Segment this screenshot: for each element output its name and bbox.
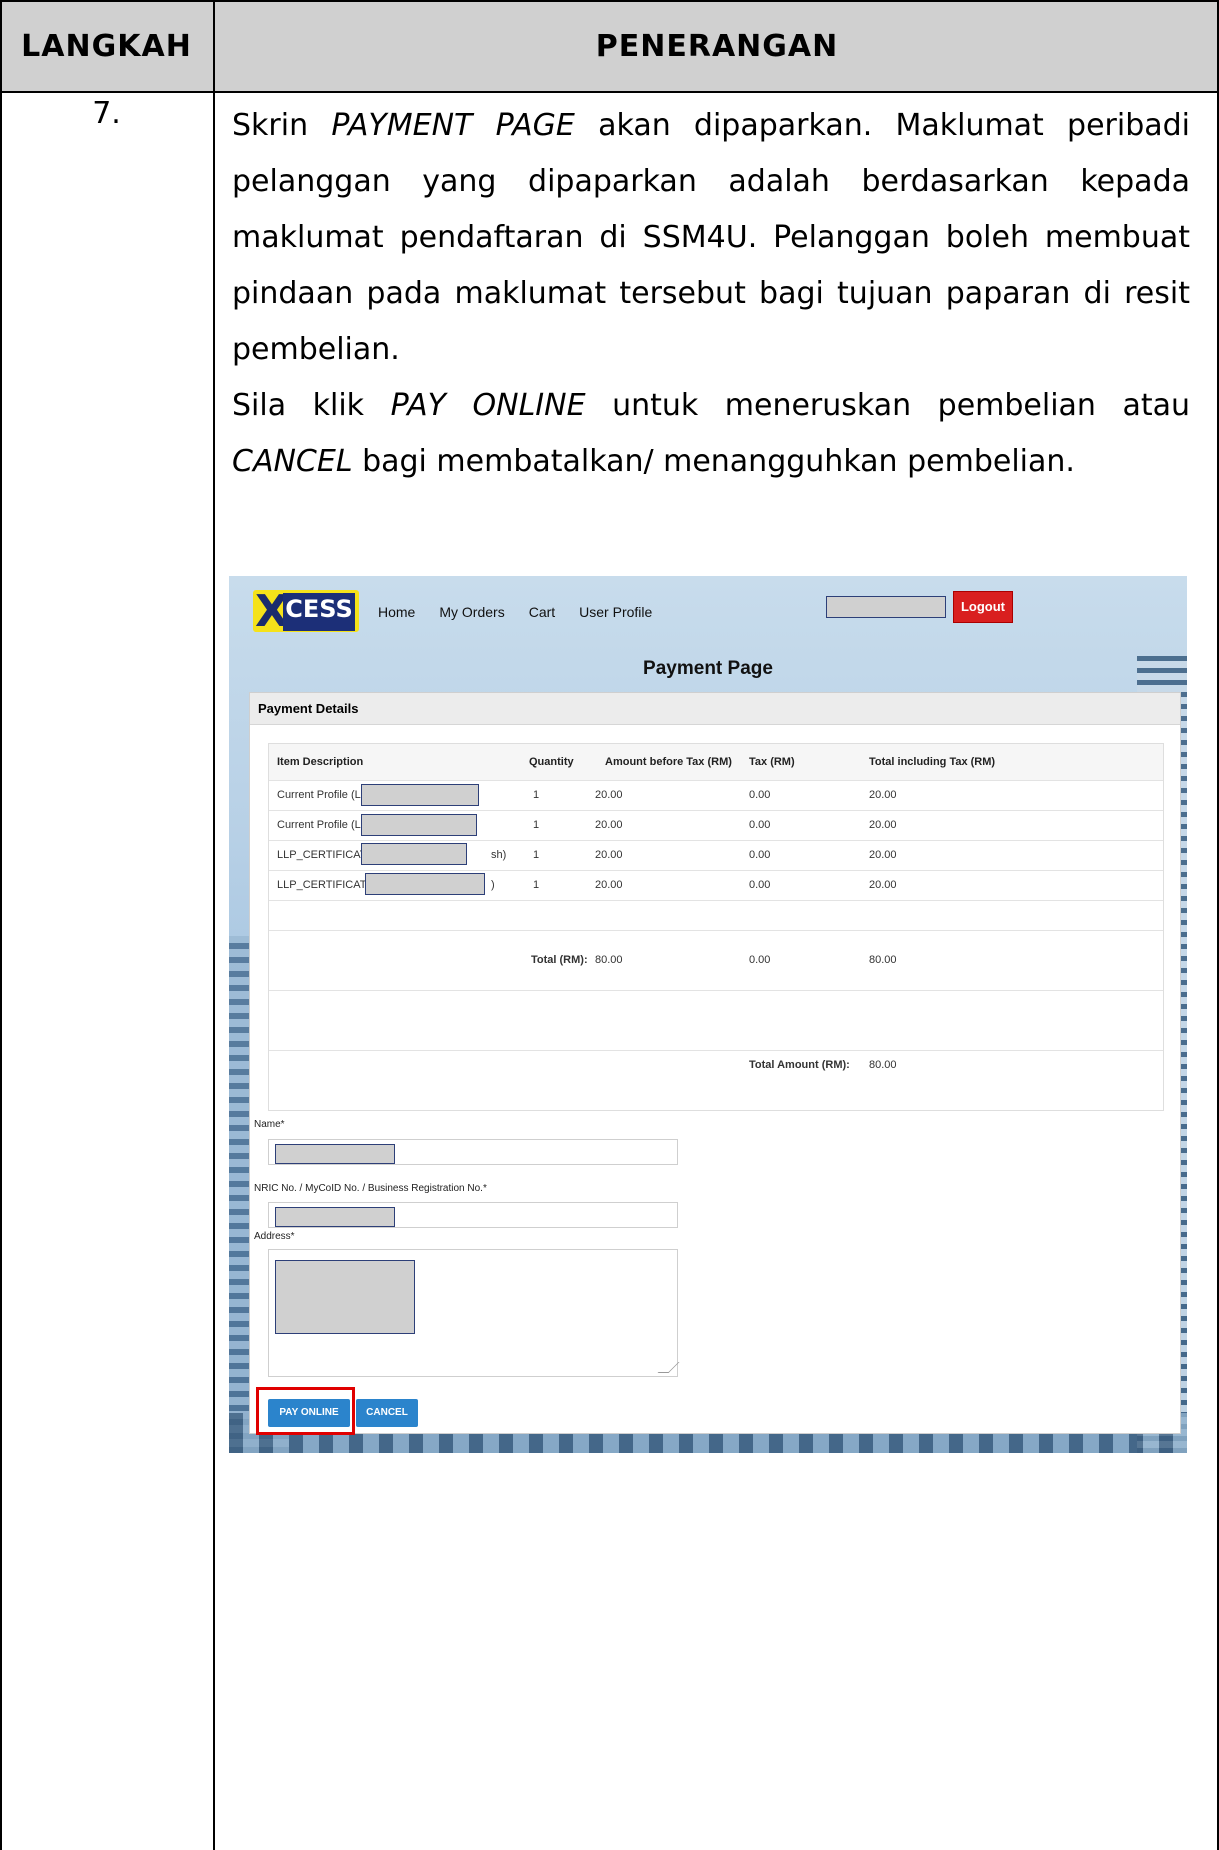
item-quantity: 1 — [533, 849, 540, 861]
cancel-button[interactable]: CANCEL — [356, 1399, 418, 1427]
total-amount: 80.00 — [595, 954, 623, 966]
table-row: LLP_CERTIFICATE ) 1 20.00 0.00 20.00 — [269, 870, 1163, 901]
panel-title: Payment Details — [250, 693, 1180, 725]
payment-details-panel: Payment Details Item Description Quantit… — [249, 692, 1181, 1435]
item-quantity: 1 — [533, 789, 540, 801]
item-description-suffix: ) — [491, 879, 495, 891]
col-amount-before-tax: Amount before Tax (RM) — [605, 756, 732, 768]
table-row-empty — [269, 990, 1163, 1051]
nav-links: Home My Orders Cart User Profile — [378, 604, 652, 620]
table-border-top — [0, 0, 1219, 2]
page-title: Payment Page — [643, 658, 773, 679]
table-header-row: Item Description Quantity Amount before … — [269, 744, 1163, 781]
logo-wordmark: CESS — [283, 593, 355, 625]
grand-total-value: 80.00 — [869, 1059, 897, 1071]
item-tax: 0.00 — [749, 879, 771, 891]
header-penerangan: PENERANGAN — [595, 28, 839, 64]
xcess-logo[interactable]: X CESS — [253, 590, 359, 632]
column-divider — [213, 0, 215, 1850]
redacted-item-name — [361, 814, 477, 836]
item-tax: 0.00 — [749, 789, 771, 801]
nav-my-orders[interactable]: My Orders — [439, 604, 504, 620]
table-row-empty — [269, 900, 1163, 931]
table-row: LLP_CERTIFICAT sh) 1 20.00 0.00 20.00 — [269, 840, 1163, 871]
nav-user-profile[interactable]: User Profile — [579, 604, 652, 620]
table-border-left — [0, 0, 2, 1850]
pay-online-highlight — [256, 1387, 355, 1435]
name-field[interactable] — [268, 1139, 678, 1165]
redacted-item-name — [365, 873, 485, 895]
resize-handle-icon[interactable] — [657, 1362, 680, 1373]
nric-field[interactable] — [268, 1202, 678, 1228]
table-grand-total-row: Total Amount (RM): 80.00 — [269, 1050, 1163, 1080]
item-amount: 20.00 — [595, 849, 623, 861]
grand-total-label: Total Amount (RM): — [749, 1059, 850, 1071]
total-tax: 0.00 — [749, 954, 771, 966]
nav-cart[interactable]: Cart — [529, 604, 555, 620]
table-row: Current Profile (L 1 20.00 0.00 20.00 — [269, 780, 1163, 811]
col-quantity: Quantity — [529, 756, 574, 768]
item-total: 20.00 — [869, 819, 897, 831]
logo-subtitle-bar — [283, 625, 355, 631]
item-tax: 0.00 — [749, 849, 771, 861]
total-including-tax: 80.00 — [869, 954, 897, 966]
table-row: Current Profile (L 1 20.00 0.00 20.00 — [269, 810, 1163, 841]
item-description-suffix: sh) — [491, 849, 507, 861]
item-total: 20.00 — [869, 879, 897, 891]
address-field[interactable] — [268, 1249, 680, 1377]
item-tax: 0.00 — [749, 819, 771, 831]
top-navbar: X CESS Home My Orders Cart User Profile … — [229, 576, 1187, 636]
item-total: 20.00 — [869, 789, 897, 801]
col-item-description: Item Description — [277, 756, 364, 768]
name-label: Name* — [254, 1119, 285, 1130]
item-amount: 20.00 — [595, 879, 623, 891]
redacted-name-value — [275, 1144, 395, 1164]
step-number: 7. — [92, 96, 121, 131]
item-description: Current Profile (L — [277, 789, 361, 801]
nav-home[interactable]: Home — [378, 604, 415, 620]
logout-button[interactable]: Logout — [953, 591, 1013, 623]
payment-page-screenshot: X CESS Home My Orders Cart User Profile … — [229, 576, 1187, 1453]
col-tax: Tax (RM) — [749, 756, 795, 768]
table-total-row: Total (RM): 80.00 0.00 80.00 — [269, 930, 1163, 991]
items-table: Item Description Quantity Amount before … — [268, 743, 1164, 1111]
col-total-incl-tax: Total including Tax (RM) — [869, 756, 996, 768]
item-quantity: 1 — [533, 819, 540, 831]
item-quantity: 1 — [533, 879, 540, 891]
step-description: Skrin PAYMENT PAGE akan dipaparkan. Makl… — [232, 98, 1190, 490]
header-langkah: LANGKAH — [21, 28, 192, 64]
item-amount: 20.00 — [595, 819, 623, 831]
description-paragraph-2: Sila klik PAY ONLINE untuk meneruskan pe… — [232, 388, 1191, 479]
username-redacted — [826, 596, 946, 618]
redacted-item-name — [361, 784, 479, 806]
header-divider — [0, 91, 1219, 93]
address-label: Address* — [254, 1231, 295, 1242]
nric-label: NRIC No. / MyCoID No. / Business Registr… — [254, 1183, 487, 1194]
redacted-nric-value — [275, 1207, 395, 1227]
redacted-address-value — [275, 1260, 415, 1334]
description-paragraph-1: Skrin PAYMENT PAGE akan dipaparkan. Makl… — [232, 108, 1190, 367]
item-description: LLP_CERTIFICATE — [277, 879, 374, 891]
item-total: 20.00 — [869, 849, 897, 861]
redacted-item-name — [361, 843, 467, 865]
total-label: Total (RM): — [531, 954, 588, 966]
item-description: LLP_CERTIFICAT — [277, 849, 367, 861]
item-description: Current Profile (L — [277, 819, 361, 831]
item-amount: 20.00 — [595, 789, 623, 801]
